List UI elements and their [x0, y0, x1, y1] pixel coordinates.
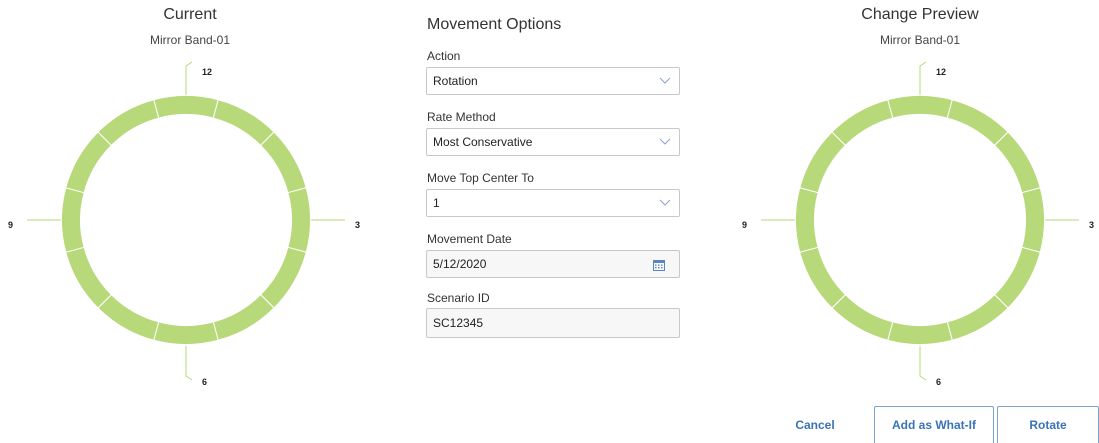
ring-segment [1021, 187, 1045, 253]
clock-label-6: 6 [936, 377, 941, 387]
ring-segment [993, 131, 1041, 194]
scenario-id-field[interactable]: SC12345 [426, 308, 680, 338]
move-top-center-select[interactable]: 1 [426, 189, 680, 217]
ring-segment [799, 246, 847, 309]
ring-segment [946, 293, 1009, 341]
ring-segment [946, 99, 1009, 147]
ring-segment [795, 187, 819, 253]
current-clock: 12 3 6 9 [8, 61, 360, 387]
clock-label-9: 9 [742, 220, 747, 230]
cancel-button[interactable]: Cancel [776, 406, 854, 443]
preview-ring [795, 95, 1045, 345]
ring-segment [212, 99, 275, 147]
current-title: Current [163, 6, 217, 23]
action-label: Action [427, 49, 461, 63]
current-subtitle: Mirror Band-01 [149, 33, 231, 47]
chevron-down-icon [659, 199, 671, 206]
ring-segment [97, 99, 160, 147]
rotate-button[interactable]: Rotate [997, 406, 1099, 443]
rate-method-select[interactable]: Most Conservative [426, 128, 680, 156]
calendar-icon[interactable] [653, 259, 665, 271]
movement-date-field[interactable]: 5/12/2020 [426, 250, 680, 278]
movement-date-label: Movement Date [427, 232, 512, 246]
movement-date-value: 5/12/2020 [433, 257, 487, 271]
rate-method-label: Rate Method [427, 110, 496, 124]
ring-segment [259, 246, 307, 309]
ring-segment [887, 321, 953, 345]
ring-segment [97, 293, 160, 341]
preview-subtitle: Mirror Band-01 [879, 33, 961, 47]
ring-segment [993, 246, 1041, 309]
clock-label-12: 12 [202, 67, 212, 77]
rate-method-value: Most Conservative [433, 135, 533, 149]
ring-segment [61, 187, 85, 253]
chevron-down-icon [659, 77, 671, 84]
ring-segment [831, 99, 894, 147]
scenario-id-value: SC12345 [433, 316, 484, 330]
action-select[interactable]: Rotation [426, 67, 680, 95]
move-top-center-label: Move Top Center To [427, 171, 534, 185]
clock-label-12: 12 [936, 67, 946, 77]
ring-segment [887, 95, 953, 119]
chevron-down-icon [659, 138, 671, 145]
ring-segment [153, 321, 219, 345]
ring-segment [831, 293, 894, 341]
ring-segment [65, 131, 113, 194]
ring-segment [153, 95, 219, 119]
clock-label-3: 3 [355, 220, 360, 230]
clock-label-9: 9 [8, 220, 13, 230]
move-top-center-value: 1 [433, 196, 440, 210]
preview-clock: 12 3 6 9 [742, 61, 1094, 387]
scenario-id-label: Scenario ID [427, 291, 490, 305]
ring-segment [65, 246, 113, 309]
preview-title: Change Preview [861, 6, 979, 23]
ring-segment [259, 131, 307, 194]
clock-label-3: 3 [1089, 220, 1094, 230]
action-value: Rotation [433, 74, 478, 88]
ring-segment [287, 187, 311, 253]
ring-segment [212, 293, 275, 341]
ring-segment [799, 131, 847, 194]
add-what-if-button[interactable]: Add as What-If [874, 406, 994, 443]
movement-options-title: Movement Options [427, 16, 562, 33]
current-ring [61, 95, 311, 345]
clock-label-6: 6 [202, 377, 207, 387]
